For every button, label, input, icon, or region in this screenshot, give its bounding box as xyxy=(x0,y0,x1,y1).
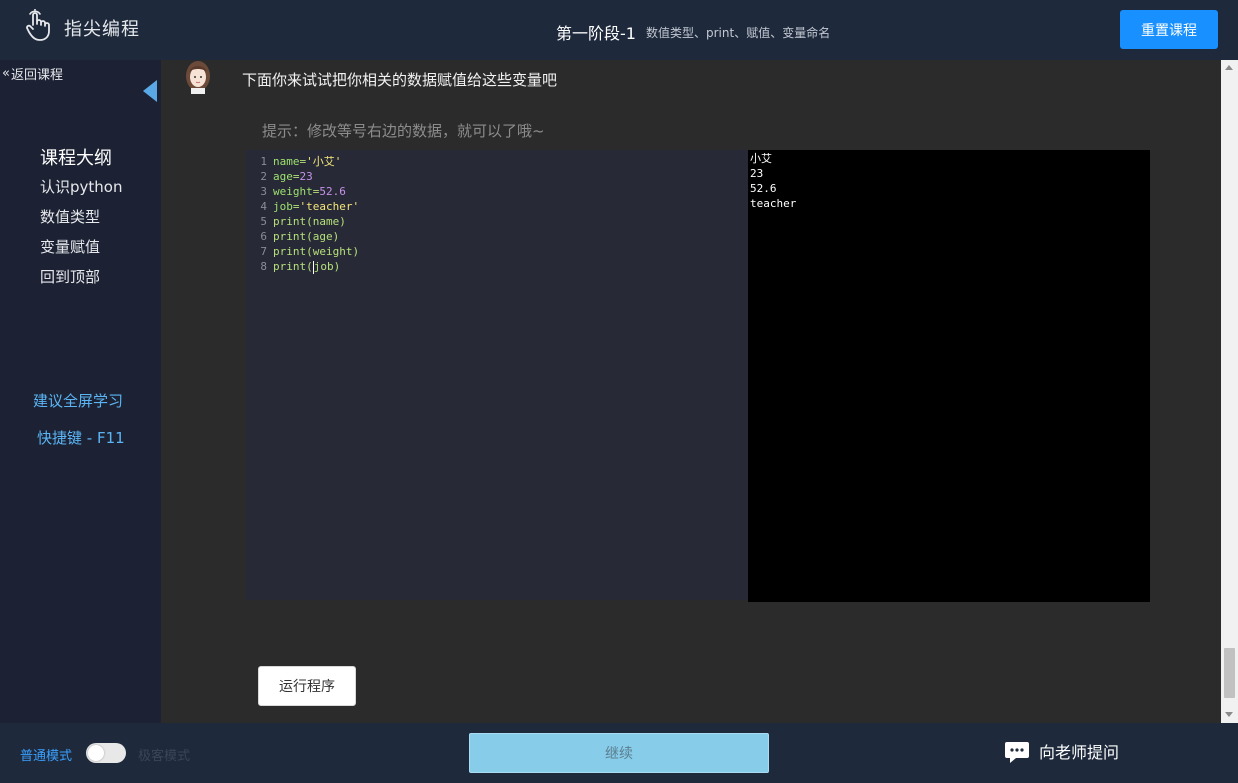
normal-mode-label: 普通模式 xyxy=(20,749,73,764)
code-text[interactable]: print(age) xyxy=(273,229,339,244)
output-console: 小艾 23 52.6 teacher xyxy=(748,150,1150,602)
outline-item-intro-python[interactable]: 认识python xyxy=(40,176,122,197)
stage-title: 第一阶段-1 xyxy=(556,24,636,43)
code-editor[interactable]: 1 name='小艾' 2 age=23 3 weight=52.6 4 job='teach… xyxy=(246,150,749,600)
geek-mode-label: 极客模式 xyxy=(138,749,191,764)
top-header: 指尖编程 第一阶段-1 数值类型、print、赋值、变量命名 重置课程 xyxy=(0,0,1238,60)
outline-item-variable-assignment[interactable]: 变量赋值 xyxy=(40,236,100,257)
scrollbar-thumb[interactable] xyxy=(1224,648,1235,698)
code-token: print(weight) xyxy=(273,245,360,258)
code-token: print(name) xyxy=(273,215,346,228)
console-output-line: 52.6 xyxy=(750,182,777,195)
chat-bubble-icon[interactable] xyxy=(1004,739,1030,765)
code-line[interactable]: 8 print(job) xyxy=(246,259,749,274)
outline-item-back-to-top[interactable]: 回到顶部 xyxy=(40,266,100,287)
code-line[interactable]: 2 age=23 xyxy=(246,169,749,184)
code-token: job) xyxy=(313,260,341,273)
code-text[interactable]: weight=52.6 xyxy=(273,184,346,199)
instruction-text: 下面你来试试把你相关的数据赋值给这些变量吧 xyxy=(242,71,558,89)
hotkey-tip: 快捷键 - F11 xyxy=(37,429,125,447)
hint-text: 提示：修改等号右边的数据，就可以了哦~ xyxy=(262,122,545,140)
code-token: = xyxy=(292,200,300,213)
code-token: job xyxy=(273,200,293,213)
line-number: 3 xyxy=(260,185,267,198)
code-line[interactable]: 3 weight=52.6 xyxy=(246,184,749,199)
page-scrollbar[interactable] xyxy=(1221,60,1238,723)
line-number: 1 xyxy=(260,155,267,168)
code-token: 23 xyxy=(299,170,313,183)
code-token: 'teacher' xyxy=(299,200,360,213)
fullscreen-tip: 建议全屏学习 xyxy=(33,392,124,410)
code-token: name xyxy=(273,155,300,168)
code-token: print(age) xyxy=(273,230,340,243)
code-token: print( xyxy=(273,260,313,273)
code-line[interactable]: 7 print(weight) xyxy=(246,244,749,259)
teacher-avatar xyxy=(186,61,210,94)
line-number: 2 xyxy=(260,170,267,183)
line-number: 6 xyxy=(260,230,267,243)
back-to-courses-link[interactable]: « 返回课程 xyxy=(2,64,63,83)
code-token: 52.6 xyxy=(319,185,346,198)
continue-button[interactable]: 继续 xyxy=(469,733,769,773)
mode-toggle[interactable] xyxy=(86,743,126,763)
code-text[interactable]: job='teacher' xyxy=(273,199,359,214)
line-number: 5 xyxy=(260,215,267,228)
line-number: 7 xyxy=(260,245,267,258)
line-number: 4 xyxy=(260,200,267,213)
code-token: '小艾' xyxy=(306,155,342,168)
reset-course-button[interactable]: 重置课程 xyxy=(1120,10,1218,49)
console-output-line: 小艾 xyxy=(750,152,772,165)
code-text[interactable]: print(weight) xyxy=(273,244,359,259)
toggle-knob xyxy=(88,745,104,761)
tap-hand-icon xyxy=(26,9,50,41)
outline-title: 课程大纲 xyxy=(40,148,112,169)
run-program-button[interactable]: 运行程序 xyxy=(258,666,356,706)
scroll-down-arrow-icon[interactable] xyxy=(1225,712,1233,717)
course-sidebar: « 返回课程 课程大纲 认识python 数值类型 变量赋值 回到顶部 建议全屏… xyxy=(0,60,161,723)
console-output-line: teacher xyxy=(750,197,797,210)
bottom-bar: 普通模式 极客模式 继续 向老师提问 xyxy=(0,723,1238,783)
code-line[interactable]: 4 job='teacher' xyxy=(246,199,749,214)
lesson-content: 下面你来试试把你相关的数据赋值给这些变量吧 提示：修改等号右边的数据，就可以了哦… xyxy=(162,60,1221,723)
code-line[interactable]: 5 print(name) xyxy=(246,214,749,229)
code-line[interactable]: 6 print(age) xyxy=(246,229,749,244)
console-output-line: 23 xyxy=(750,167,764,180)
code-text[interactable]: name='小艾' xyxy=(273,154,341,169)
code-text[interactable]: print(name) xyxy=(273,214,346,229)
code-text[interactable]: age=23 xyxy=(273,169,313,184)
ask-teacher-link[interactable]: 向老师提问 xyxy=(1039,739,1119,763)
code-token: = xyxy=(292,170,300,183)
outline-item-number-types[interactable]: 数值类型 xyxy=(40,206,100,227)
code-token: age xyxy=(273,170,293,183)
double-chevron-left-icon: « xyxy=(2,66,10,81)
stage-subtitle: 数值类型、print、赋值、变量命名 xyxy=(646,26,831,40)
logo-text: 指尖编程 xyxy=(64,19,140,40)
code-token: weight xyxy=(273,185,313,198)
code-text[interactable]: print(job) xyxy=(273,259,340,274)
collapse-sidebar-icon[interactable] xyxy=(143,80,157,102)
code-line[interactable]: 1 name='小艾' xyxy=(246,154,749,169)
back-link-label: 返回课程 xyxy=(10,68,63,83)
scroll-up-arrow-icon[interactable] xyxy=(1225,65,1233,70)
line-number: 8 xyxy=(260,260,267,273)
